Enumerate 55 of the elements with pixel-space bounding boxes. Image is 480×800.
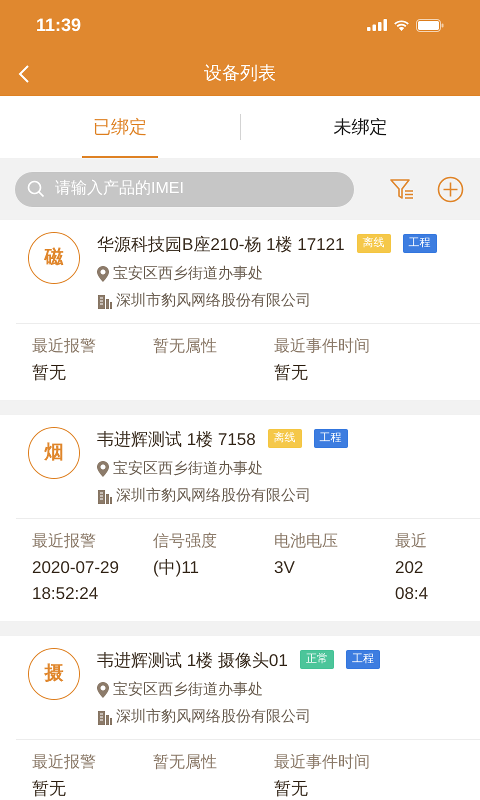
back-icon[interactable] — [17, 64, 31, 84]
stat-value: 2020-07-29 — [32, 557, 120, 579]
status-tag: 工程 — [346, 650, 380, 669]
stat-value: 3V — [274, 557, 296, 579]
stat-label: 最近报警 — [32, 336, 97, 357]
stat-label: 最近报警 — [32, 752, 97, 773]
stat-label: 最近报警 — [32, 532, 97, 552]
status-tag: 工程 — [314, 429, 348, 448]
add-icon[interactable] — [437, 176, 464, 202]
stat-value: 202 — [395, 557, 424, 579]
battery-icon — [416, 18, 444, 32]
status-tag: 工程 — [402, 234, 437, 253]
status-tag: 正常 — [300, 650, 334, 669]
device-location: 宝安区西乡街道办事处 — [113, 264, 263, 284]
device-name: 华源科技园B座210-杨 1楼 17121 — [97, 234, 345, 256]
stat-value: 暂无 — [32, 362, 67, 384]
stat-label: 最近事件时间 — [274, 336, 370, 357]
stat-label: 电池电压 — [274, 532, 339, 552]
device-company: 深圳市豹风网络股份有限公司 — [116, 290, 311, 311]
building-icon — [97, 293, 113, 309]
stat-label: 暂无属性 — [153, 752, 218, 773]
device-avatar: 摄 — [28, 648, 80, 700]
status-time: 11:39 — [36, 14, 82, 36]
tab[interactable]: 未绑定 — [322, 96, 398, 158]
stat-value: 暂无 — [32, 778, 67, 800]
stat-value: 08:4 — [395, 583, 430, 605]
device-company: 深圳市豹风网络股份有限公司 — [116, 706, 311, 727]
device-avatar: 磁 — [28, 232, 80, 284]
search-icon — [27, 180, 45, 198]
stat-label: 最近事件时间 — [274, 752, 370, 773]
stat-value: (中)11 — [153, 557, 200, 579]
stat-label: 最近 — [395, 532, 428, 552]
stat-label: 信号强度 — [153, 532, 218, 552]
device-location: 宝安区西乡街道办事处 — [113, 458, 263, 479]
location-pin-icon — [97, 682, 109, 698]
building-icon — [97, 488, 113, 504]
device-name: 韦进辉测试 1楼 摄像头01 — [97, 650, 288, 672]
device-location: 宝安区西乡街道办事处 — [113, 680, 263, 700]
location-pin-icon — [97, 266, 109, 282]
wifi-icon — [393, 19, 410, 31]
device-name: 韦进辉测试 1楼 7158 — [97, 429, 256, 451]
building-icon — [97, 709, 113, 725]
signal-icon — [367, 19, 387, 31]
status-tag: 离线 — [268, 429, 302, 448]
device-company: 深圳市豹风网络股份有限公司 — [116, 486, 311, 506]
stat-label: 暂无属性 — [153, 336, 218, 357]
device-avatar: 烟 — [28, 427, 80, 479]
page-title: 设备列表 — [204, 62, 276, 84]
stat-value: 暂无 — [274, 362, 309, 384]
stat-value: 暂无 — [274, 778, 309, 800]
filter-icon[interactable] — [389, 176, 415, 202]
status-tag: 离线 — [356, 234, 391, 253]
search-field[interactable]: 请输入产品的IMEI — [15, 172, 354, 206]
location-pin-icon — [97, 461, 109, 477]
stat-value: 18:52:24 — [32, 583, 100, 605]
